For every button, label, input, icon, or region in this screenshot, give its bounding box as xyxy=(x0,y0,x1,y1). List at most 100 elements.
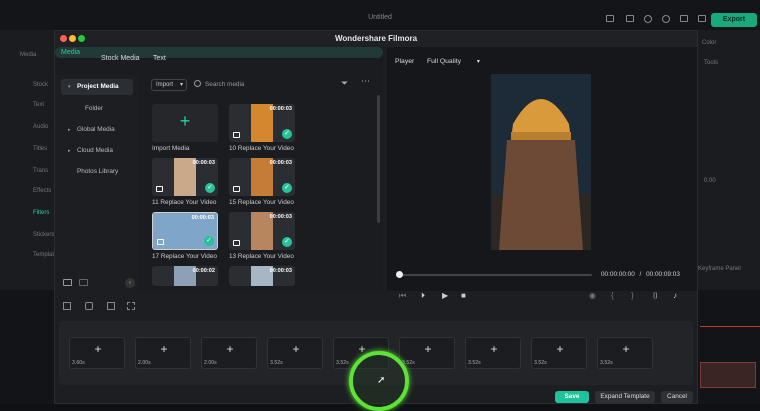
export-button[interactable]: Export xyxy=(711,13,757,27)
crop-icon[interactable] xyxy=(63,302,71,310)
rail-item-text[interactable]: Text xyxy=(33,102,44,108)
media-duration: 00:00:03 xyxy=(192,160,215,166)
background-toolbar-icons xyxy=(606,15,706,25)
slot-duration: 3.52s xyxy=(600,360,613,366)
template-slot[interactable]: + 3.60s xyxy=(69,337,125,369)
keyframe-panel-button[interactable]: Keyframe Panel xyxy=(698,266,741,272)
check-icon: ✓ xyxy=(205,183,215,193)
media-duration: 00:00:03 xyxy=(269,268,292,274)
library-item-folder[interactable]: Folder xyxy=(61,101,133,117)
chevron-down-icon: ▾ xyxy=(68,84,71,90)
more-options-icon[interactable]: ⋯ xyxy=(361,76,370,87)
quality-value: Full Quality xyxy=(427,58,461,65)
library-item-photos-library[interactable]: Photos Library xyxy=(61,164,133,180)
edit-tool-row xyxy=(55,297,697,319)
library-item-cloud-media[interactable]: ▸ Cloud Media xyxy=(61,143,133,159)
rail-item-effects[interactable]: Effects xyxy=(33,188,51,194)
media-label: 10 Replace Your Video xyxy=(229,145,294,152)
rail-item-stock[interactable]: Stock xyxy=(33,82,48,88)
quality-dropdown[interactable]: Full Quality ▾ xyxy=(427,58,480,65)
media-tile[interactable]: 00:00:03 ✓ xyxy=(152,212,218,250)
slot-duration: 3.52s xyxy=(270,360,283,366)
chevron-right-icon: ▸ xyxy=(68,127,71,133)
search-icon xyxy=(194,80,201,87)
slot-duration: 3.60s xyxy=(72,360,85,366)
media-tile[interactable]: 00:00:03 xyxy=(229,266,295,286)
background-timeline-clip xyxy=(700,362,756,388)
library-item-label: Global Media xyxy=(77,126,115,133)
template-slot[interactable]: + 3.52s xyxy=(531,337,587,369)
slot-duration: 3.52s xyxy=(468,360,481,366)
player-panel: Player Full Quality ▾ 00:00:00:00 / 00:0… xyxy=(387,47,697,300)
template-slot[interactable]: + 2.00s xyxy=(135,337,191,369)
playback-progress-bar[interactable] xyxy=(397,274,592,276)
rail-item-audio[interactable]: Audio xyxy=(33,124,48,130)
template-slot[interactable]: + 3.52s xyxy=(597,337,653,369)
rotate-icon[interactable] xyxy=(85,302,93,310)
check-icon: ✓ xyxy=(282,237,292,247)
media-tile[interactable]: 00:00:03 ✓ xyxy=(229,104,295,142)
plus-icon: + xyxy=(490,342,498,356)
media-scrollbar[interactable] xyxy=(377,95,380,223)
library-item-label: Folder xyxy=(85,105,104,112)
film-icon xyxy=(156,186,163,192)
search-input[interactable]: Search media xyxy=(205,81,244,88)
tab-text[interactable]: Text xyxy=(153,55,166,62)
film-icon xyxy=(157,239,164,245)
right-panel-tools[interactable]: Tools xyxy=(704,60,718,66)
rail-item-trans[interactable]: Trans xyxy=(33,168,48,174)
template-slot[interactable]: + 3.52s xyxy=(465,337,521,369)
template-slot[interactable]: + 3.52s xyxy=(399,337,455,369)
video-preview xyxy=(491,74,591,250)
template-modal: Wondershare Filmora Media Stock Media Te… xyxy=(54,30,698,411)
rail-item-filters[interactable]: Filters xyxy=(33,210,49,216)
media-tile[interactable]: 00:00:03 ✓ xyxy=(229,212,295,250)
transform-icon[interactable] xyxy=(107,302,115,310)
check-icon: ✓ xyxy=(282,129,292,139)
background-top-bar: Untitled Export xyxy=(0,0,760,30)
cancel-button[interactable]: Cancel xyxy=(661,391,693,403)
library-item-label: Photos Library xyxy=(77,168,119,175)
folder-icon[interactable] xyxy=(79,279,88,286)
expand-template-button[interactable]: Expand Template xyxy=(595,391,655,403)
import-dropdown[interactable]: Import ▾ xyxy=(151,79,187,91)
new-folder-icon[interactable] xyxy=(63,279,72,286)
media-tile[interactable]: 00:00:03 ✓ xyxy=(152,158,218,196)
collapse-panel-icon[interactable]: ‹ xyxy=(125,278,135,288)
film-icon xyxy=(233,186,240,192)
current-time: 00:00:00:00 xyxy=(601,271,635,278)
library-item-label: Cloud Media xyxy=(77,147,113,154)
media-panel: Media Stock Media Text ▾ Project Media F… xyxy=(55,47,383,291)
background-timeline-red-line xyxy=(700,326,760,327)
media-duration: 00:00:03 xyxy=(191,215,214,221)
save-button[interactable]: Save xyxy=(555,391,589,403)
rail-item-media[interactable]: Media xyxy=(20,52,36,58)
slot-duration: 3.52s xyxy=(336,360,349,366)
media-tile[interactable]: 00:00:03 ✓ xyxy=(229,158,295,196)
template-slot[interactable]: + 2.00s xyxy=(201,337,257,369)
template-slot[interactable]: + 3.52s xyxy=(267,337,323,369)
film-icon xyxy=(233,132,240,138)
fit-icon[interactable] xyxy=(127,302,135,310)
click-highlight-ring: ➚ xyxy=(349,351,409,411)
slot-duration: 2.00s xyxy=(138,360,151,366)
tab-stock-media[interactable]: Stock Media xyxy=(101,55,140,62)
rail-item-stickers[interactable]: Stickers xyxy=(33,232,54,238)
slot-duration: 3.52s xyxy=(534,360,547,366)
library-item-project-media[interactable]: ▾ Project Media xyxy=(61,79,133,95)
playhead-handle[interactable] xyxy=(396,271,403,278)
filter-icon[interactable]: ⏷ xyxy=(341,78,348,89)
media-tile[interactable]: 00:00:02 xyxy=(152,266,218,286)
chevron-right-icon: ▸ xyxy=(68,148,71,154)
import-label: Import xyxy=(156,82,174,88)
check-icon: ✓ xyxy=(204,236,214,246)
library-item-global-media[interactable]: ▸ Global Media xyxy=(61,122,133,138)
rail-item-titles[interactable]: Titles xyxy=(33,146,47,152)
right-panel-color-tab[interactable]: Color xyxy=(702,40,716,46)
film-icon xyxy=(233,240,240,246)
library-sidebar: ▾ Project Media Folder ▸ Global Media ▸ … xyxy=(55,75,139,290)
cursor-icon: ➚ xyxy=(377,375,386,386)
plus-icon: + xyxy=(226,342,234,356)
import-media-tile[interactable]: + xyxy=(152,104,218,142)
plus-icon: + xyxy=(160,342,168,356)
